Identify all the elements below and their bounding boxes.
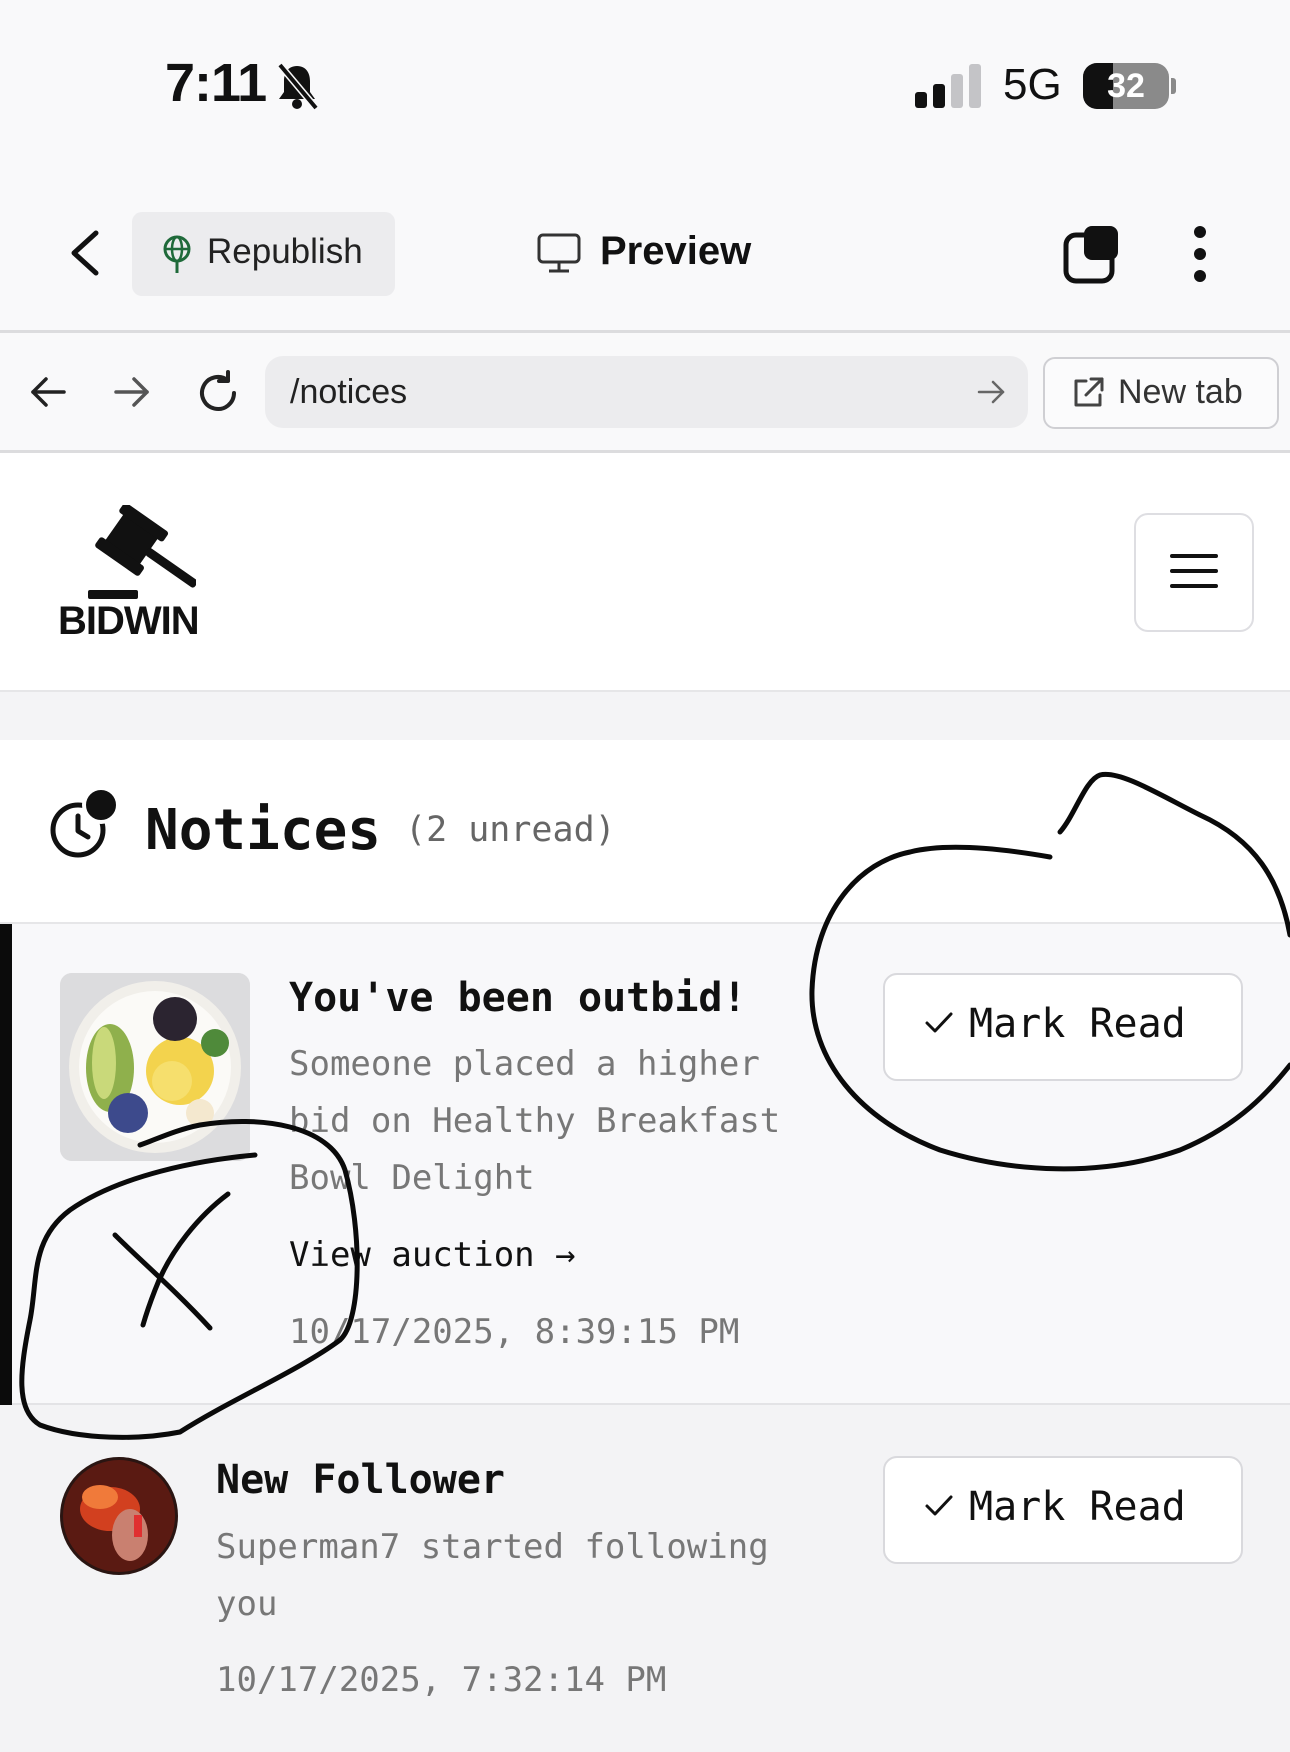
go-arrow-icon[interactable] [976, 378, 1006, 406]
auction-thumbnail[interactable] [60, 973, 250, 1161]
monitor-icon [537, 233, 581, 273]
notice-body-line: Superman7 started following [216, 1527, 769, 1567]
battery-icon: 32 [1083, 63, 1169, 109]
battery-level: 32 [1107, 67, 1145, 105]
food-bowl-image [60, 973, 250, 1161]
user-avatar-image [60, 1457, 178, 1575]
globe-pin-icon [163, 235, 191, 273]
section-gap [0, 692, 1290, 740]
new-tab-label: New tab [1118, 373, 1243, 411]
notice-title: You've been outbid! [289, 975, 747, 1021]
url-text: /notices [290, 373, 408, 411]
back-arrow-icon[interactable] [28, 372, 68, 412]
notice-body-line: Bowl Delight [289, 1158, 535, 1198]
forward-arrow-icon[interactable] [112, 372, 152, 412]
site-logo[interactable]: BIDWIN [58, 599, 200, 644]
bell-slash-icon [277, 62, 318, 110]
notice-body-line: Someone placed a higher [289, 1044, 760, 1084]
mark-read-label: Mark Read [969, 1001, 1186, 1047]
unread-indicator [0, 924, 12, 1405]
view-auction-link[interactable]: View auction → [289, 1235, 576, 1275]
clock-notification-icon [50, 786, 120, 858]
republish-label: Republish [207, 232, 363, 271]
hamburger-icon [1170, 554, 1218, 588]
back-chevron-icon[interactable] [66, 228, 106, 278]
preview-tab[interactable]: Preview [600, 229, 751, 274]
signal-icon [915, 64, 981, 108]
unread-count: (2 unread) [405, 810, 616, 850]
reload-icon[interactable] [194, 369, 242, 417]
network-type: 5G [1003, 60, 1062, 109]
notice-body-line: bid on Healthy Breakfast [289, 1101, 781, 1141]
external-link-icon [1074, 377, 1104, 407]
check-icon [925, 1012, 953, 1033]
notice-title: New Follower [216, 1457, 505, 1503]
notice-timestamp: 10/17/2025, 7:32:14 PM [216, 1660, 667, 1700]
more-vertical-icon[interactable] [1190, 224, 1210, 284]
notice-timestamp: 10/17/2025, 8:39:15 PM [289, 1312, 740, 1352]
notice-body-line: you [216, 1584, 278, 1624]
battery-tip [1171, 78, 1176, 94]
status-time: 7:11 [165, 53, 267, 113]
check-icon [925, 1495, 953, 1516]
avatar[interactable] [60, 1457, 178, 1575]
tabs-icon[interactable] [1062, 223, 1124, 285]
page-title: Notices [145, 798, 382, 863]
gavel-icon [88, 505, 196, 599]
mark-read-label: Mark Read [969, 1484, 1186, 1530]
